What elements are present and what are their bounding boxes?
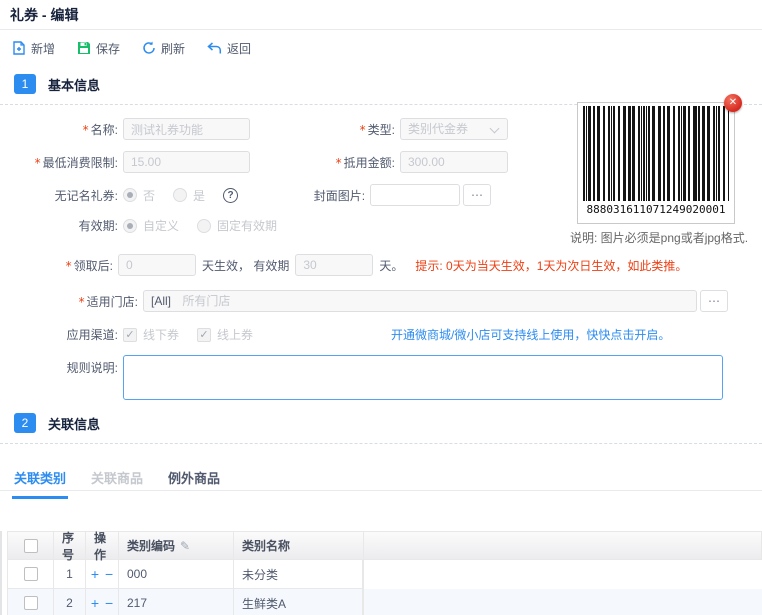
validity-custom-label: 自定义: [143, 219, 180, 233]
barcode-image: [583, 106, 729, 201]
related-category-table: 序号 操作 类别编码 ✎ 类别名称 1 + − 000 未分类 2 + − 21…: [7, 531, 762, 615]
section-2-title: 关联信息: [48, 416, 101, 432]
back-button-label: 返回: [227, 41, 252, 56]
tab-related-product[interactable]: 关联商品: [91, 468, 143, 499]
after-receive-mid-text: 天生效， 有效期: [202, 258, 290, 273]
remove-row-button[interactable]: −: [105, 567, 113, 581]
stores-field[interactable]: [All] 所有门店: [143, 290, 697, 312]
min-spend-input[interactable]: [123, 151, 250, 173]
toolbar: 新增 保存 刷新 返回: [0, 34, 762, 62]
row-no: 1: [53, 560, 85, 589]
table-header-row: 序号 操作 类别编码 ✎ 类别名称: [7, 531, 762, 562]
after-receive-hint: 提示: 0天为当天生效，1天为次日生效，如此类推。: [415, 258, 688, 273]
new-button-label: 新增: [31, 41, 56, 56]
save-button-label: 保存: [96, 41, 121, 56]
divider-dashed-2: [0, 443, 762, 444]
header-name: 类别名称: [233, 531, 363, 560]
chevron-down-icon: [489, 123, 500, 134]
online-checkbox-label: 线上券: [217, 328, 254, 342]
type-select[interactable]: 类别代金券: [400, 118, 508, 140]
header-filler: [363, 531, 762, 560]
stores-tag: [All]: [151, 294, 172, 308]
save-button[interactable]: 保存: [77, 40, 120, 57]
refresh-button[interactable]: 刷新: [142, 40, 185, 57]
rules-textarea[interactable]: [123, 355, 723, 400]
row-code: 000: [118, 560, 233, 589]
edit-pencil-icon[interactable]: ✎: [180, 539, 190, 553]
deduct-amount-input[interactable]: [400, 151, 508, 173]
bearer-label: 无记名礼券:: [54, 188, 118, 203]
stores-placeholder: 所有门店: [182, 294, 231, 308]
bearer-no-radio[interactable]: [123, 188, 137, 202]
new-button[interactable]: 新增: [12, 40, 55, 57]
related-info-tabs: 关联类别 关联商品 例外商品: [0, 458, 762, 499]
days-valid-input[interactable]: [295, 254, 374, 276]
page-title: 礼券 - 编辑: [0, 0, 762, 30]
remove-row-button[interactable]: −: [105, 596, 113, 610]
tab-excluded-product[interactable]: 例外商品: [168, 468, 220, 499]
after-receive-suffix-text: 天。: [379, 258, 404, 273]
section-1-title: 基本信息: [48, 77, 101, 93]
type-label: * 类型:: [359, 122, 395, 137]
stores-browse-button[interactable]: ⋯: [700, 290, 728, 312]
add-row-button[interactable]: +: [91, 567, 99, 581]
basic-info-form: *名称: *类型: 类别代金券 *最低消费限制: *抵用金额: 无记名礼券: 否…: [0, 94, 762, 400]
row-no: 2: [53, 589, 85, 615]
days-effective-input[interactable]: [118, 254, 196, 276]
bearer-yes-radio[interactable]: [173, 188, 188, 202]
select-all-checkbox[interactable]: [23, 538, 38, 553]
question-circle-icon[interactable]: ?: [223, 187, 239, 203]
row-name: 未分类: [233, 560, 363, 589]
save-floppy-icon: [77, 41, 91, 55]
validity-fixed-label: 固定有效期: [217, 219, 278, 233]
after-receive-label: * 领取后:: [65, 258, 113, 273]
row-checkbox[interactable]: [23, 567, 38, 581]
back-arrow-icon: [207, 41, 222, 55]
gift-voucher-edit-page: 礼券 - 编辑 新增 保存 刷新 返回 1 基本信息 * 名称: 测试礼券功能 …: [0, 0, 762, 615]
remove-image-button[interactable]: ✕: [724, 94, 742, 112]
channels-label: 应用渠道:: [66, 328, 118, 342]
offline-checkbox-label: 线下券: [143, 328, 180, 342]
row-code: 217: [118, 589, 233, 615]
name-input[interactable]: [123, 118, 250, 140]
header-op: 操作: [85, 531, 118, 562]
cover-image-input[interactable]: [370, 184, 461, 206]
table-row[interactable]: 1 + − 000 未分类: [7, 560, 762, 589]
row-name: 生鲜类A: [233, 589, 363, 615]
header-no: 序号: [53, 531, 85, 562]
cover-image-preview: 888031611071249020001 ✕: [577, 94, 742, 224]
name-label: * 名称:: [82, 122, 118, 137]
new-document-icon: [12, 41, 26, 55]
barcode-number: 888031611071249020001: [586, 203, 726, 216]
validity-fixed-radio[interactable]: [197, 218, 212, 233]
validity-custom-radio[interactable]: [123, 218, 137, 233]
image-format-note: 说明: 图片必须是png或者jpg格式.: [570, 231, 749, 245]
cover-image-label: 封面图片:: [313, 188, 366, 203]
validity-label: 有效期:: [78, 219, 118, 233]
related-category-table-zone: 序号 操作 类别编码 ✎ 类别名称 1 + − 000 未分类 2 + − 21…: [0, 531, 762, 615]
section-2-badge: 2: [14, 413, 36, 433]
add-row-button[interactable]: +: [91, 596, 99, 610]
cover-image-browse-button[interactable]: ⋯: [463, 184, 492, 206]
section-related-info-header: 2 关联信息: [14, 411, 762, 435]
section-1-badge: 1: [14, 74, 36, 94]
section-basic-info-header: 1 基本信息: [14, 72, 762, 96]
min-spend-label: * 最低消费限制:: [34, 155, 118, 170]
rules-label: 规则说明:: [66, 361, 118, 375]
type-select-value: 类别代金券: [408, 122, 469, 136]
header-code: 类别编码 ✎: [118, 531, 233, 560]
stores-label: * 适用门店:: [78, 294, 138, 309]
online-checkbox[interactable]: ✓: [197, 327, 212, 342]
offline-checkbox[interactable]: ✓: [123, 327, 137, 342]
refresh-icon: [142, 41, 156, 55]
back-button[interactable]: 返回: [207, 40, 251, 57]
refresh-button-label: 刷新: [161, 41, 186, 56]
bearer-yes-label: 是: [193, 188, 206, 203]
deduct-amount-label: * 抵用金额:: [335, 155, 395, 170]
table-row[interactable]: 2 + − 217 生鲜类A: [7, 589, 762, 615]
bearer-no-label: 否: [143, 188, 156, 203]
tab-related-category[interactable]: 关联类别: [11, 468, 69, 499]
open-online-link[interactable]: 开通微商城/微小店可支持线上使用，快快点击开启。: [391, 326, 670, 343]
row-checkbox[interactable]: [23, 596, 38, 610]
